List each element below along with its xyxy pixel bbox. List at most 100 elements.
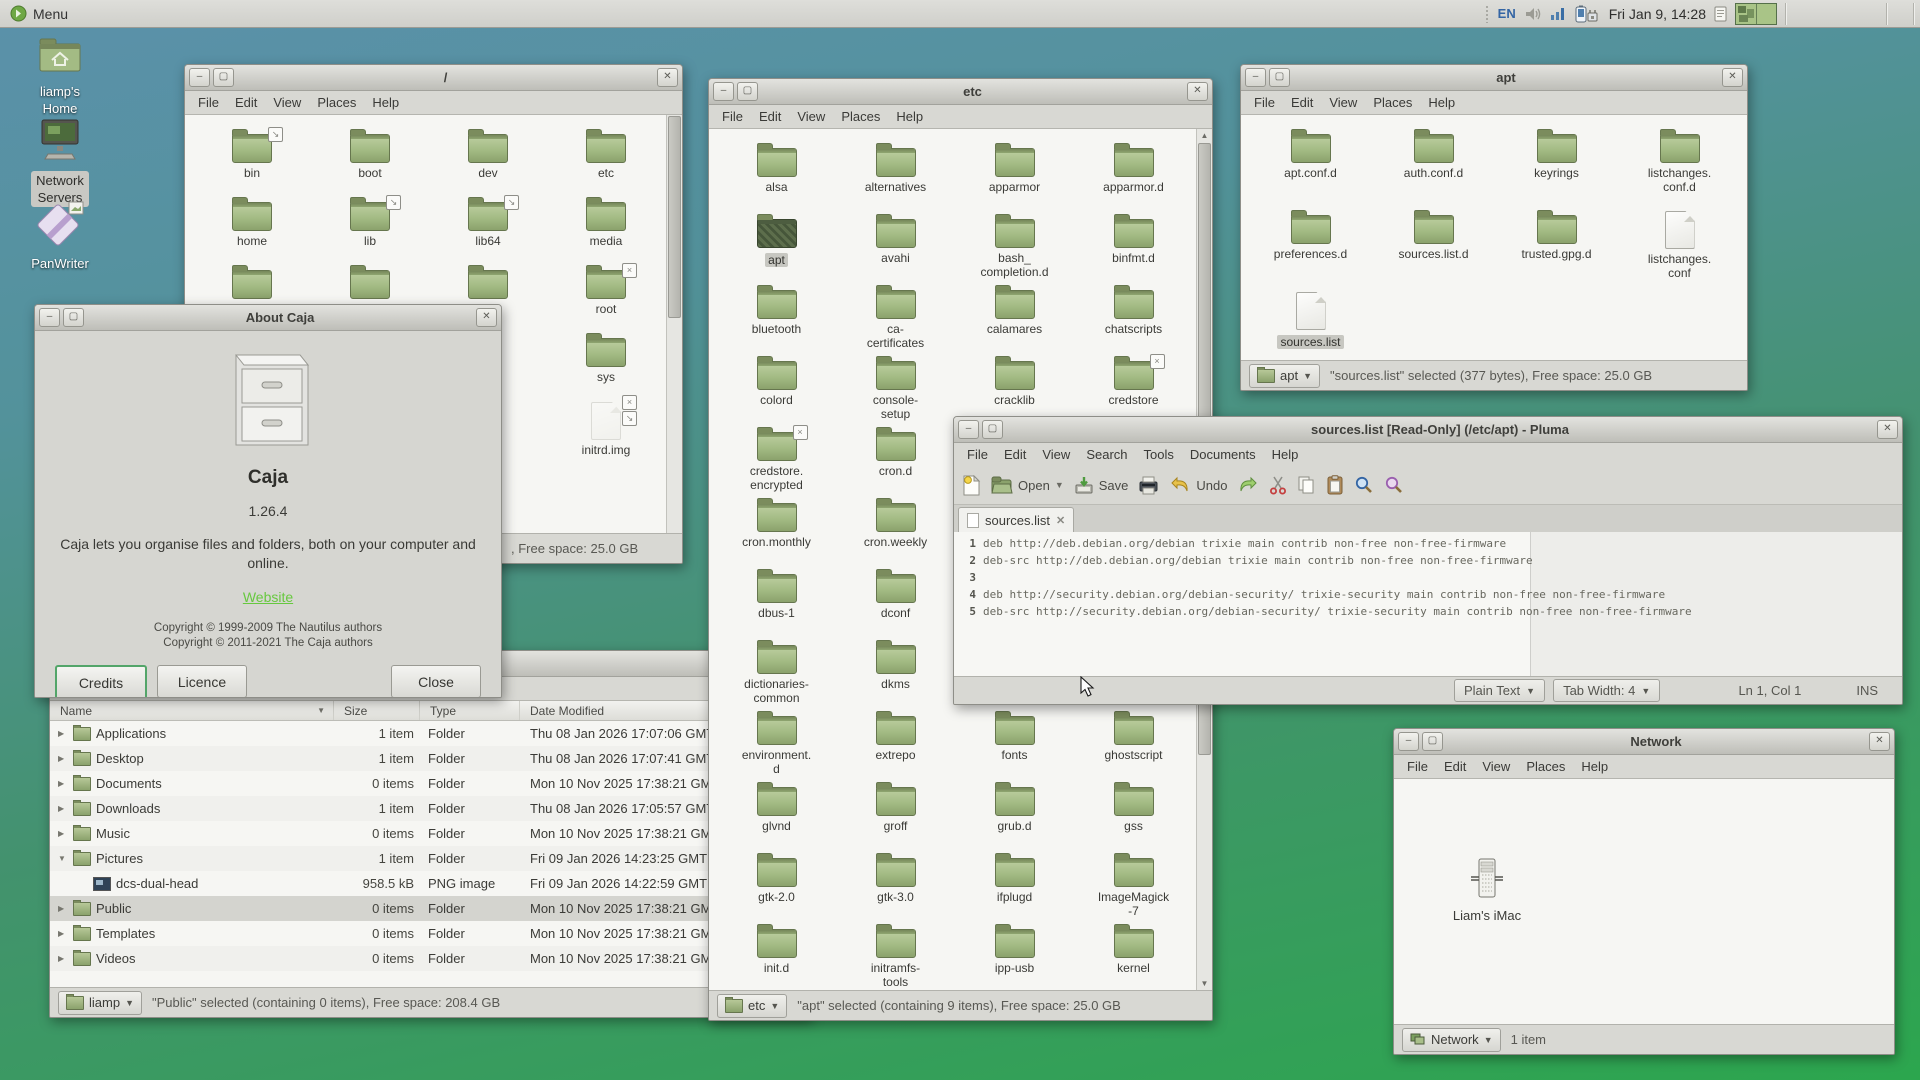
folder-item-etc[interactable]: etc — [547, 123, 665, 191]
scroll-up-icon[interactable]: ▲ — [1197, 129, 1212, 142]
list-row-documents[interactable]: ▶Documents0 itemsFolderMon 10 Nov 2025 1… — [50, 771, 810, 796]
list-row-pictures[interactable]: ▼Pictures1 itemFolderFri 09 Jan 2026 14:… — [50, 846, 810, 871]
location-dropdown[interactable]: etc▼ — [717, 994, 787, 1018]
folder-item-apt.conf.d[interactable]: apt.conf.d — [1249, 123, 1372, 204]
column-header-name[interactable]: Name ▼ — [50, 701, 334, 720]
minimize-button[interactable]: – — [39, 308, 60, 327]
menu-documents[interactable]: Documents — [1183, 445, 1263, 464]
menu-search[interactable]: Search — [1079, 445, 1134, 464]
list-row-dcs-dual-head[interactable]: dcs-dual-head958.5 kBPNG imageFri 09 Jan… — [50, 871, 810, 896]
folder-item-groff[interactable]: groff — [836, 776, 955, 847]
new-document-button[interactable] — [962, 475, 981, 496]
folder-item-calamares[interactable]: calamares — [955, 279, 1074, 350]
network-item-imac[interactable]: Liam's iMac — [1432, 857, 1542, 923]
folder-item-keyrings[interactable]: keyrings — [1495, 123, 1618, 204]
close-button[interactable]: ✕ — [1877, 420, 1898, 439]
find-button[interactable] — [1354, 475, 1374, 495]
menu-edit[interactable]: Edit — [1284, 93, 1320, 112]
licence-button[interactable]: Licence — [157, 665, 247, 698]
titlebar[interactable]: – ▢ Network ✕ — [1394, 729, 1894, 755]
folder-item-initramfs-tools[interactable]: initramfs- tools — [836, 918, 955, 989]
print-button[interactable] — [1138, 476, 1159, 495]
minimize-button[interactable]: – — [713, 82, 734, 101]
expander-icon[interactable]: ▶ — [58, 929, 68, 938]
menu-help[interactable]: Help — [1265, 445, 1306, 464]
minimize-button[interactable]: – — [1245, 68, 1266, 87]
folder-item-home[interactable]: home — [193, 191, 311, 259]
menu-view[interactable]: View — [790, 107, 832, 126]
file-item-initrd.img[interactable]: ×↘initrd.img — [547, 395, 665, 463]
replace-button[interactable] — [1384, 475, 1404, 495]
list-row-downloads[interactable]: ▶Downloads1 itemFolderThu 08 Jan 2026 17… — [50, 796, 810, 821]
folder-item-lib[interactable]: ↘lib — [311, 191, 429, 259]
list-row-applications[interactable]: ▶Applications1 itemFolderThu 08 Jan 2026… — [50, 721, 810, 746]
battery-icon[interactable] — [1575, 5, 1601, 23]
folder-item-apparmor[interactable]: apparmor — [955, 137, 1074, 208]
folder-item-fonts[interactable]: fonts — [955, 705, 1074, 776]
folder-item-lib64[interactable]: ↘lib64 — [429, 191, 547, 259]
folder-item-ImageMagick-7[interactable]: ImageMagick -7 — [1074, 847, 1193, 918]
location-dropdown[interactable]: liamp▼ — [58, 991, 142, 1015]
close-dialog-button[interactable]: Close — [391, 665, 481, 698]
menu-file[interactable]: File — [960, 445, 995, 464]
folder-item-auth.conf.d[interactable]: auth.conf.d — [1372, 123, 1495, 204]
folder-item-gtk-2.0[interactable]: gtk-2.0 — [717, 847, 836, 918]
notes-icon[interactable] — [1714, 6, 1727, 22]
folder-item-grub.d[interactable]: grub.d — [955, 776, 1074, 847]
location-dropdown[interactable]: Network▼ — [1402, 1028, 1501, 1052]
menu-file[interactable]: File — [1400, 757, 1435, 776]
clock[interactable]: Fri Jan 9, 14:28 — [1609, 6, 1706, 22]
folder-item-dbus-1[interactable]: dbus-1 — [717, 563, 836, 634]
titlebar[interactable]: – ▢ etc ✕ — [709, 79, 1212, 105]
column-header-type[interactable]: Type — [420, 701, 520, 720]
folder-item-apparmor.d[interactable]: apparmor.d — [1074, 137, 1193, 208]
titlebar[interactable]: – ▢ apt ✕ — [1241, 65, 1747, 91]
folder-item-cron.monthly[interactable]: cron.monthly — [717, 492, 836, 563]
language-selector[interactable]: Plain Text▼ — [1454, 679, 1545, 702]
menu-file[interactable]: File — [191, 93, 226, 112]
menu-edit[interactable]: Edit — [752, 107, 788, 126]
list-row-music[interactable]: ▶Music0 itemsFolderMon 10 Nov 2025 17:38… — [50, 821, 810, 846]
folder-item-trusted.gpg.d[interactable]: trusted.gpg.d — [1495, 204, 1618, 285]
network-signal-icon[interactable] — [1550, 6, 1567, 21]
list-row-public[interactable]: ▶Public0 itemsFolderMon 10 Nov 2025 17:3… — [50, 896, 810, 921]
file-item-listchanges.conf[interactable]: listchanges. conf — [1618, 204, 1741, 285]
folder-item-listchanges.conf.d[interactable]: listchanges. conf.d — [1618, 123, 1741, 204]
menu-help[interactable]: Help — [1574, 757, 1615, 776]
maximize-button[interactable]: ▢ — [1269, 68, 1290, 87]
list-header[interactable]: Name ▼ Size Type Date Modified — [50, 701, 810, 721]
expander-icon[interactable]: ▶ — [58, 804, 68, 813]
folder-item-dictionaries-common[interactable]: dictionaries- common — [717, 634, 836, 705]
website-link[interactable]: Website — [243, 589, 293, 605]
folder-item-console-setup[interactable]: console- setup — [836, 350, 955, 421]
folder-item-init.d[interactable]: init.d — [717, 918, 836, 989]
folder-item-kernel[interactable]: kernel — [1074, 918, 1193, 989]
undo-button[interactable]: Undo — [1169, 476, 1227, 494]
paste-button[interactable] — [1326, 475, 1344, 495]
tab-width-selector[interactable]: Tab Width: 4▼ — [1553, 679, 1660, 702]
folder-item-sys[interactable]: sys — [547, 327, 665, 395]
maximize-button[interactable]: ▢ — [1422, 732, 1443, 751]
workspace-switcher[interactable] — [1735, 3, 1777, 25]
expander-icon[interactable]: ▶ — [58, 954, 68, 963]
menu-tools[interactable]: Tools — [1137, 445, 1181, 464]
folder-item-colord[interactable]: colord — [717, 350, 836, 421]
folder-item-sources.list.d[interactable]: sources.list.d — [1372, 204, 1495, 285]
column-header-size[interactable]: Size — [334, 701, 420, 720]
minimize-button[interactable]: – — [189, 68, 210, 87]
folder-item-credstore[interactable]: ×credstore — [1074, 350, 1193, 421]
menu-view[interactable]: View — [1035, 445, 1077, 464]
expander-icon[interactable]: ▶ — [58, 754, 68, 763]
expander-icon[interactable]: ▼ — [58, 854, 68, 863]
maximize-button[interactable]: ▢ — [737, 82, 758, 101]
scroll-down-icon[interactable]: ▼ — [1197, 977, 1212, 990]
folder-item-ghostscript[interactable]: ghostscript — [1074, 705, 1193, 776]
tab-close-icon[interactable]: ✕ — [1056, 514, 1065, 527]
menu-view[interactable]: View — [1322, 93, 1364, 112]
list-row-desktop[interactable]: ▶Desktop1 itemFolderThu 08 Jan 2026 17:0… — [50, 746, 810, 771]
folder-item-binfmt.d[interactable]: binfmt.d — [1074, 208, 1193, 279]
folder-item-boot[interactable]: boot — [311, 123, 429, 191]
maximize-button[interactable]: ▢ — [63, 308, 84, 327]
open-button[interactable]: Open ▼ — [991, 476, 1064, 494]
close-button[interactable]: ✕ — [1187, 82, 1208, 101]
